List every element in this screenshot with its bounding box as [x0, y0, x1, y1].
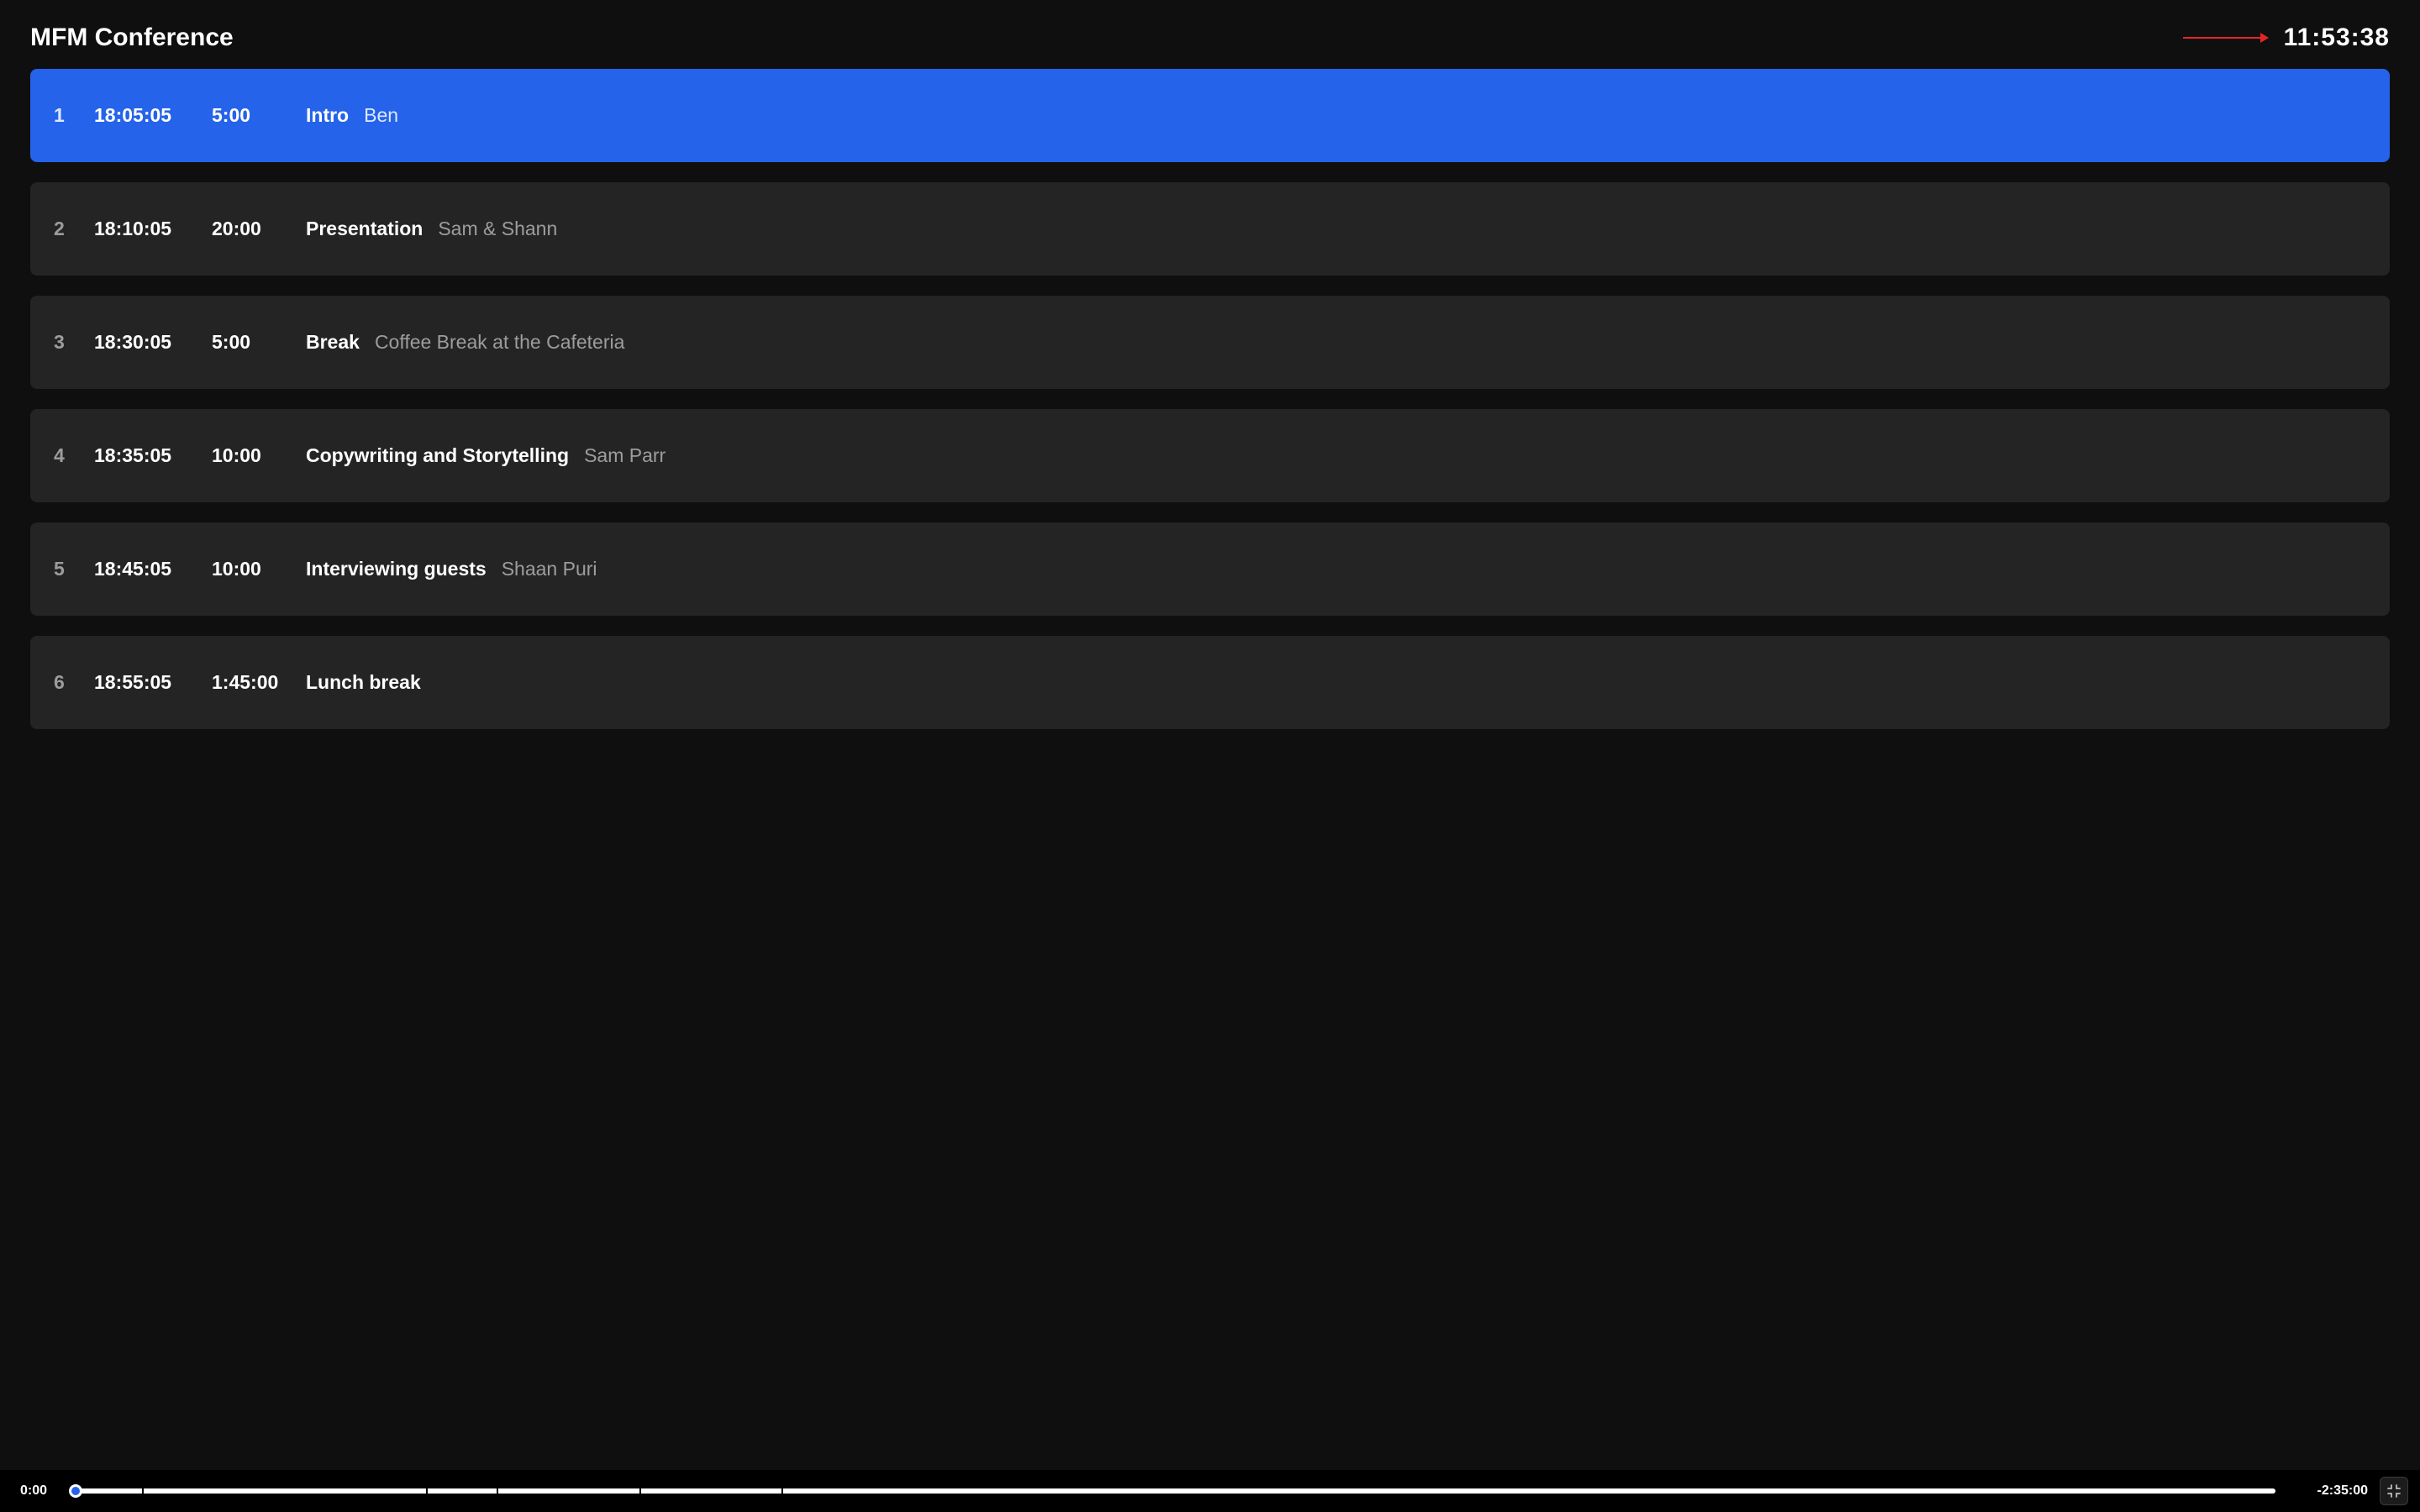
segment-subtitle: Coffee Break at the Cafeteria [375, 331, 624, 354]
timeline-segment[interactable] [428, 1488, 499, 1494]
segment-subtitle: Sam & Shann [438, 218, 557, 240]
header-right: 11:53:38 [2183, 24, 2390, 52]
segment-title: Lunch break [306, 671, 421, 694]
segment-duration: 5:00 [212, 104, 306, 127]
timeline-segment[interactable] [144, 1488, 428, 1494]
segment-duration: 1:45:00 [212, 671, 306, 694]
segment-title: Presentation [306, 218, 423, 240]
exit-fullscreen-icon [2387, 1484, 2401, 1498]
timeline-segment[interactable] [498, 1488, 640, 1494]
segment-start: 18:05:05 [94, 104, 212, 127]
segment-duration: 10:00 [212, 444, 306, 467]
segment-index: 3 [54, 331, 94, 354]
segment-start: 18:45:05 [94, 558, 212, 580]
remaining-time: -2:35:00 [2287, 1483, 2368, 1499]
segment-title: Copywriting and Storytelling [306, 444, 569, 467]
timeline-segment[interactable] [783, 1488, 2275, 1494]
player-bar: 0:00 -2:35:00 [0, 1470, 2420, 1512]
segment-title: Interviewing guests [306, 558, 487, 580]
segment-start: 18:30:05 [94, 331, 212, 354]
timeline-thumb[interactable] [69, 1484, 82, 1498]
clock: 11:53:38 [2284, 24, 2390, 52]
exit-fullscreen-button[interactable] [2380, 1477, 2408, 1505]
timeline-segment[interactable] [72, 1488, 144, 1494]
segment-duration: 10:00 [212, 558, 306, 580]
segment-duration: 5:00 [212, 331, 306, 354]
segment-subtitle: Shaan Puri [502, 558, 597, 580]
segment-row[interactable]: 318:30:055:00Break Coffee Break at the Ca… [30, 296, 2390, 389]
segment-subtitle: Sam Parr [584, 444, 666, 467]
segment-index: 5 [54, 558, 94, 580]
app-root: MFM Conference 11:53:38 118:05:055:00Int… [0, 0, 2420, 1512]
timeline-track[interactable] [72, 1488, 2275, 1494]
timeline[interactable] [72, 1486, 2275, 1496]
segment-start: 18:55:05 [94, 671, 212, 694]
header: MFM Conference 11:53:38 [0, 0, 2420, 69]
timeline-segment[interactable] [641, 1488, 783, 1494]
segment-title: Intro [306, 104, 349, 127]
elapsed-time: 0:00 [20, 1483, 60, 1499]
segment-index: 4 [54, 444, 94, 467]
segment-row[interactable]: 118:05:055:00Intro Ben [30, 69, 2390, 162]
segment-subtitle: Ben [364, 104, 398, 127]
segment-start: 18:35:05 [94, 444, 212, 467]
event-title: MFM Conference [30, 24, 234, 52]
segment-list[interactable]: 118:05:055:00IntroBen218:10:0520:00Prese… [0, 69, 2420, 1470]
segment-row[interactable]: 618:55:051:45:00Lunch break [30, 636, 2390, 729]
segment-row[interactable]: 518:45:0510:00Interviewing guests Shaan P… [30, 522, 2390, 616]
segment-index: 2 [54, 218, 94, 240]
segment-index: 6 [54, 671, 94, 694]
segment-start: 18:10:05 [94, 218, 212, 240]
segment-duration: 20:00 [212, 218, 306, 240]
segment-title: Break [306, 331, 360, 354]
arrow-icon [2183, 37, 2267, 39]
segment-index: 1 [54, 104, 94, 127]
segment-row[interactable]: 218:10:0520:00Presentation Sam & Shann [30, 182, 2390, 276]
segment-row[interactable]: 418:35:0510:00Copywriting and Storytelli… [30, 409, 2390, 502]
